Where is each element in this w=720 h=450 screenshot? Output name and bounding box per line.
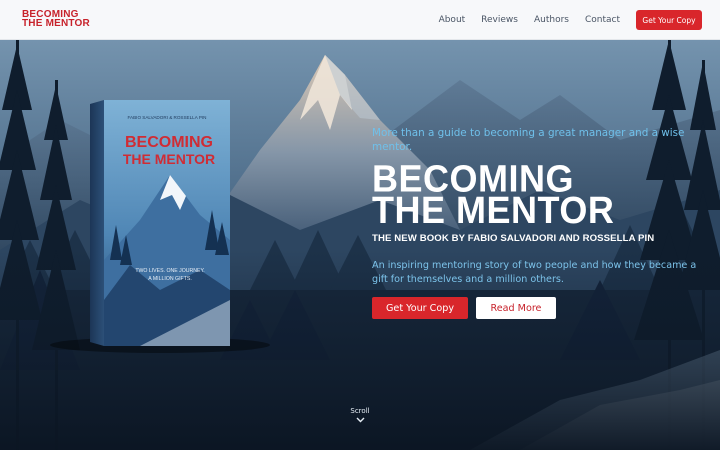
book-title-line1: BECOMING xyxy=(125,134,213,151)
nav-about[interactable]: About xyxy=(439,15,466,25)
headline-line2: THE MENTOR xyxy=(372,188,615,232)
nav-authors[interactable]: Authors xyxy=(534,15,569,25)
get-your-copy-button[interactable]: Get Your Copy xyxy=(372,297,468,319)
hero-tagline: More than a guide to becoming a great ma… xyxy=(372,127,685,153)
scroll-label: Scroll xyxy=(350,407,370,415)
hero-content: More than a guide to becoming a great ma… xyxy=(372,126,702,319)
nav-reviews[interactable]: Reviews xyxy=(481,15,518,25)
main-nav: About Reviews Authors Contact xyxy=(439,0,620,40)
site-logo[interactable]: BECOMING THE MENTOR xyxy=(22,10,90,29)
hero-byline: THE NEW BOOK BY FABIO SALVADORI AND ROSS… xyxy=(372,233,655,244)
site-header: BECOMING THE MENTOR About Reviews Author… xyxy=(0,0,720,40)
hero-headline: BECOMING THE MENTOR xyxy=(372,159,702,232)
book-blurb-line2: A MILLION GIFTS. xyxy=(148,276,192,282)
book-title-line2: THE MENTOR xyxy=(123,151,215,167)
nav-contact[interactable]: Contact xyxy=(585,15,620,25)
scroll-indicator[interactable]: Scroll xyxy=(340,407,380,423)
book-blurb-line1: TWO LIVES. ONE JOURNEY. xyxy=(135,268,204,274)
logo-line2: THE MENTOR xyxy=(22,17,90,29)
book-authors: FABIO SALVADORI & ROSSELLA PIN xyxy=(128,115,207,120)
hero-description: An inspiring mentoring story of two peop… xyxy=(372,260,697,285)
header-get-copy-button[interactable]: Get Your Copy xyxy=(636,10,702,30)
chevron-down-icon xyxy=(356,417,364,423)
hero-buttons: Get Your Copy Read More xyxy=(372,297,702,319)
read-more-button[interactable]: Read More xyxy=(476,297,556,319)
